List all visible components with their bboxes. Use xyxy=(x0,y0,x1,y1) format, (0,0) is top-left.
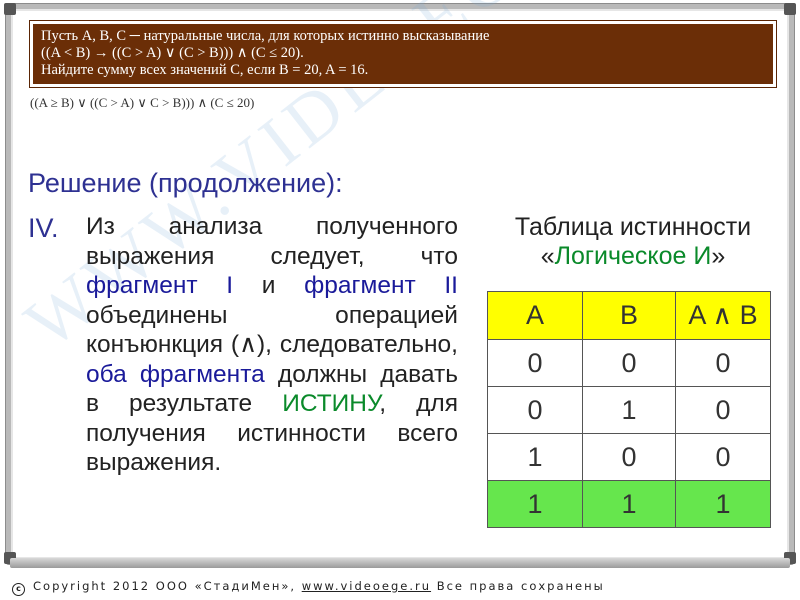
table-cell: 1 xyxy=(487,433,583,481)
table-cell: 0 xyxy=(487,386,583,434)
table-cell: 0 xyxy=(487,339,583,387)
table-row: 0 1 0 xyxy=(487,386,771,434)
table-cell: 0 xyxy=(582,433,676,481)
site-link[interactable]: www.videoege.ru xyxy=(302,579,431,593)
table-cell: 0 xyxy=(675,339,771,387)
conjunction-symbol: ∧ xyxy=(239,331,258,358)
board-corner xyxy=(4,3,16,15)
header-cell: B xyxy=(582,291,676,340)
fragment-2-term: фрагмент II xyxy=(304,272,458,299)
table-cell: 0 xyxy=(582,339,676,387)
explanation-paragraph: Из анализа полученного выражения следует… xyxy=(86,213,458,476)
solution-heading: Решение (продолжение): xyxy=(28,168,343,198)
table-cell: 0 xyxy=(675,386,771,434)
task-line: Найдите сумму всех значений C, если B = … xyxy=(41,62,369,78)
board-tray xyxy=(10,558,790,568)
task-line: ((A < B) → ((C > A) ∨ (C > B))) ∧ (C ≤ 2… xyxy=(41,45,304,61)
task-box: Пусть A, B, C ─ натуральные числа, для к… xyxy=(29,20,777,88)
table-cell: 1 xyxy=(582,386,676,434)
table-row: 0 0 0 xyxy=(487,339,771,387)
header-cell: A ∧ B xyxy=(675,291,771,340)
table-cell: 1 xyxy=(675,480,771,528)
transformed-formula: ((A ≥ B) ∨ ((C > A) ∨ C > B))) ∧ (C ≤ 20… xyxy=(30,95,255,110)
truth-table-title: Таблица истинности «Логическое И» xyxy=(514,213,752,270)
table-cell: 0 xyxy=(675,433,771,481)
board-corner xyxy=(784,3,796,15)
copyright-icon: c xyxy=(12,583,25,596)
operation-name: Логическое И xyxy=(554,242,712,270)
table-cell: 1 xyxy=(582,480,676,528)
truth-term: ИСТИНУ xyxy=(282,390,380,417)
table-row: 1 0 0 xyxy=(487,433,771,481)
fragment-1-term: фрагмент I xyxy=(86,272,234,299)
truth-table-header: A B A ∧ B xyxy=(487,291,771,340)
task-line: Пусть A, B, C ─ натуральные числа, для к… xyxy=(41,28,490,44)
table-row-true: 1 1 1 xyxy=(487,480,771,528)
truth-table: A B A ∧ B 0 0 0 0 1 0 1 0 0 1 1 1 xyxy=(487,291,771,528)
header-cell: A xyxy=(487,291,583,340)
both-fragments-term: оба фрагмента xyxy=(86,360,265,388)
table-cell: 1 xyxy=(487,480,583,528)
section-number: IV. xyxy=(28,213,59,243)
footer-copyright: c Copyright 2012 ООО «СтадиМен», www.vide… xyxy=(12,579,605,596)
